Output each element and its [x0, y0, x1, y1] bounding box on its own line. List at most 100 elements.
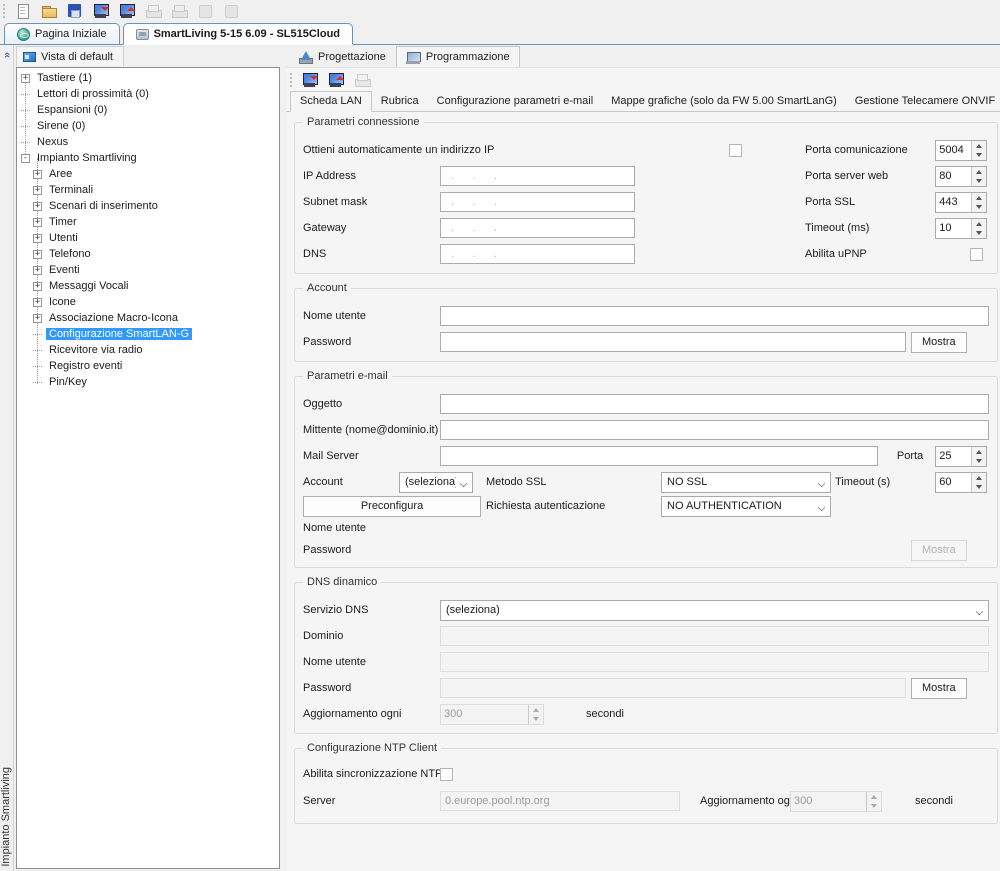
tree-item[interactable]: + Icone [17, 294, 279, 310]
timeout-ms-spinner[interactable]: 10 [935, 218, 987, 239]
tree-item[interactable]: + Telefono [17, 246, 279, 262]
collapse-sidebar-icon[interactable] [1, 49, 13, 63]
subtab[interactable]: Gestione Telecamere ONVIF [846, 92, 1000, 111]
ssl-method-select[interactable]: NO SSL [661, 472, 831, 493]
save-icon[interactable] [66, 2, 84, 20]
tree-item[interactable]: Nexus [17, 134, 279, 150]
tree-expander-icon[interactable] [21, 90, 30, 99]
sidebar-header-label: Vista di default [41, 51, 113, 63]
tree-expander-icon[interactable] [33, 346, 42, 355]
tree-item[interactable]: + Associazione Macro-Icona [17, 310, 279, 326]
email-timeout-spinner[interactable]: 60 [935, 472, 987, 493]
tree-expander-icon[interactable] [33, 378, 42, 387]
toolbar-grip[interactable] [2, 3, 7, 19]
ip-address-input[interactable] [440, 166, 635, 186]
tree-item[interactable]: Espansioni (0) [17, 102, 279, 118]
tab-pagina-iniziale[interactable]: Pagina Iniziale [4, 23, 120, 44]
tree-item[interactable]: + Messaggi Vocali [17, 278, 279, 294]
tree-item[interactable]: - Impianto Smartliving [17, 150, 279, 166]
write-to-panel-icon[interactable] [327, 71, 345, 89]
tree-expander-icon[interactable]: + [33, 314, 42, 323]
subnet-mask-input[interactable] [440, 192, 635, 212]
spin-buttons[interactable] [971, 219, 986, 238]
tree-item[interactable]: Ricevitore via radio [17, 342, 279, 358]
account-show-password-button[interactable]: Mostra [911, 332, 967, 353]
tree-expander-icon[interactable]: + [33, 170, 42, 179]
ntp-enable-checkbox[interactable] [440, 768, 453, 781]
print-icon[interactable] [144, 2, 162, 20]
auth-request-select[interactable]: NO AUTHENTICATION [661, 496, 831, 517]
tree-expander-icon[interactable]: + [33, 186, 42, 195]
read-from-panel-icon[interactable] [92, 2, 110, 20]
tab-programmazione[interactable]: Programmazione [396, 46, 520, 67]
tree-item[interactable]: Configurazione SmartLAN-G [17, 326, 279, 342]
tree-item[interactable]: + Tastiere (1) [17, 70, 279, 86]
toolbar-grip[interactable] [289, 72, 294, 88]
chevron-down-icon [814, 473, 830, 492]
subtab[interactable]: Rubrica [372, 92, 428, 111]
dns-input[interactable] [440, 244, 635, 264]
preconfigure-button[interactable]: Preconfigura [303, 496, 481, 517]
tree-item[interactable]: Pin/Key [17, 374, 279, 390]
porta-ssl-spinner[interactable]: 443 [935, 192, 987, 213]
tree-expander-icon[interactable]: + [33, 298, 42, 307]
open-folder-icon[interactable] [40, 2, 58, 20]
tool-icon[interactable] [196, 2, 214, 20]
account-password-input[interactable] [440, 332, 906, 352]
gateway-input[interactable] [440, 218, 635, 238]
view-tab-default[interactable]: Vista di default [16, 46, 124, 66]
mail-server-input[interactable] [440, 446, 878, 466]
tree-expander-icon[interactable]: - [21, 154, 30, 163]
tree-expander-icon[interactable]: + [33, 250, 42, 259]
tree-expander-icon[interactable] [33, 330, 42, 339]
email-sender-input[interactable] [440, 420, 989, 440]
tree-expander-icon[interactable]: + [33, 234, 42, 243]
tree-item[interactable]: + Eventi [17, 262, 279, 278]
upnp-checkbox[interactable] [970, 248, 983, 261]
dns-service-select[interactable]: (seleziona) [440, 600, 989, 621]
subtab[interactable]: Scheda LAN [290, 91, 372, 112]
tab-smartliving-project[interactable]: SmartLiving 5-15 6.09 - SL515Cloud [123, 23, 353, 45]
vertical-tab-label[interactable]: Impianto Smartliving [0, 767, 12, 867]
tree-item[interactable]: + Utenti [17, 230, 279, 246]
new-document-icon[interactable] [14, 2, 32, 20]
tree-item[interactable]: + Terminali [17, 182, 279, 198]
porta-comunicazione-spinner[interactable]: 5004 [935, 140, 987, 161]
tree-expander-icon[interactable] [21, 138, 30, 147]
tree-expander-icon[interactable]: + [33, 266, 42, 275]
tree-item[interactable]: + Timer [17, 214, 279, 230]
write-to-panel-icon[interactable] [118, 2, 136, 20]
tree-expander-icon[interactable]: + [33, 218, 42, 227]
read-from-panel-icon[interactable] [301, 71, 319, 89]
tree-item[interactable]: + Aree [17, 166, 279, 182]
subtab[interactable]: Mappe grafiche (solo da FW 5.00 SmartLan… [602, 92, 846, 111]
email-account-select[interactable]: (seleziona) [399, 472, 473, 493]
tree-expander-icon[interactable]: + [33, 202, 42, 211]
ddns-show-password-button[interactable]: Mostra [911, 678, 967, 699]
subtab[interactable]: Configurazione parametri e-mail [428, 92, 603, 111]
spin-buttons[interactable] [971, 141, 986, 160]
tree-expander-icon[interactable] [21, 106, 30, 115]
tree-expander-icon[interactable] [21, 122, 30, 131]
spin-buttons[interactable] [971, 193, 986, 212]
account-username-input[interactable] [440, 306, 989, 326]
group-ntp-client: Configurazione NTP Client Abilita sincro… [294, 748, 998, 824]
spin-buttons[interactable] [971, 473, 986, 492]
tree-expander-icon[interactable] [33, 362, 42, 371]
porta-server-web-spinner[interactable]: 80 [935, 166, 987, 187]
dhcp-checkbox[interactable] [729, 144, 742, 157]
tab-progettazione[interactable]: Progettazione [288, 46, 396, 67]
tool-2-icon[interactable] [222, 2, 240, 20]
print-icon[interactable] [353, 71, 371, 89]
print-preview-icon[interactable] [170, 2, 188, 20]
tree-expander-icon[interactable]: + [21, 74, 30, 83]
tree-item[interactable]: + Scenari di inserimento [17, 198, 279, 214]
tree-item[interactable]: Registro eventi [17, 358, 279, 374]
tree-item[interactable]: Sirene (0) [17, 118, 279, 134]
tree-item[interactable]: Lettori di prossimità (0) [17, 86, 279, 102]
email-port-spinner[interactable]: 25 [935, 446, 987, 467]
spin-buttons[interactable] [971, 167, 986, 186]
email-subject-input[interactable] [440, 394, 989, 414]
tree-expander-icon[interactable]: + [33, 282, 42, 291]
spin-buttons[interactable] [971, 447, 986, 466]
